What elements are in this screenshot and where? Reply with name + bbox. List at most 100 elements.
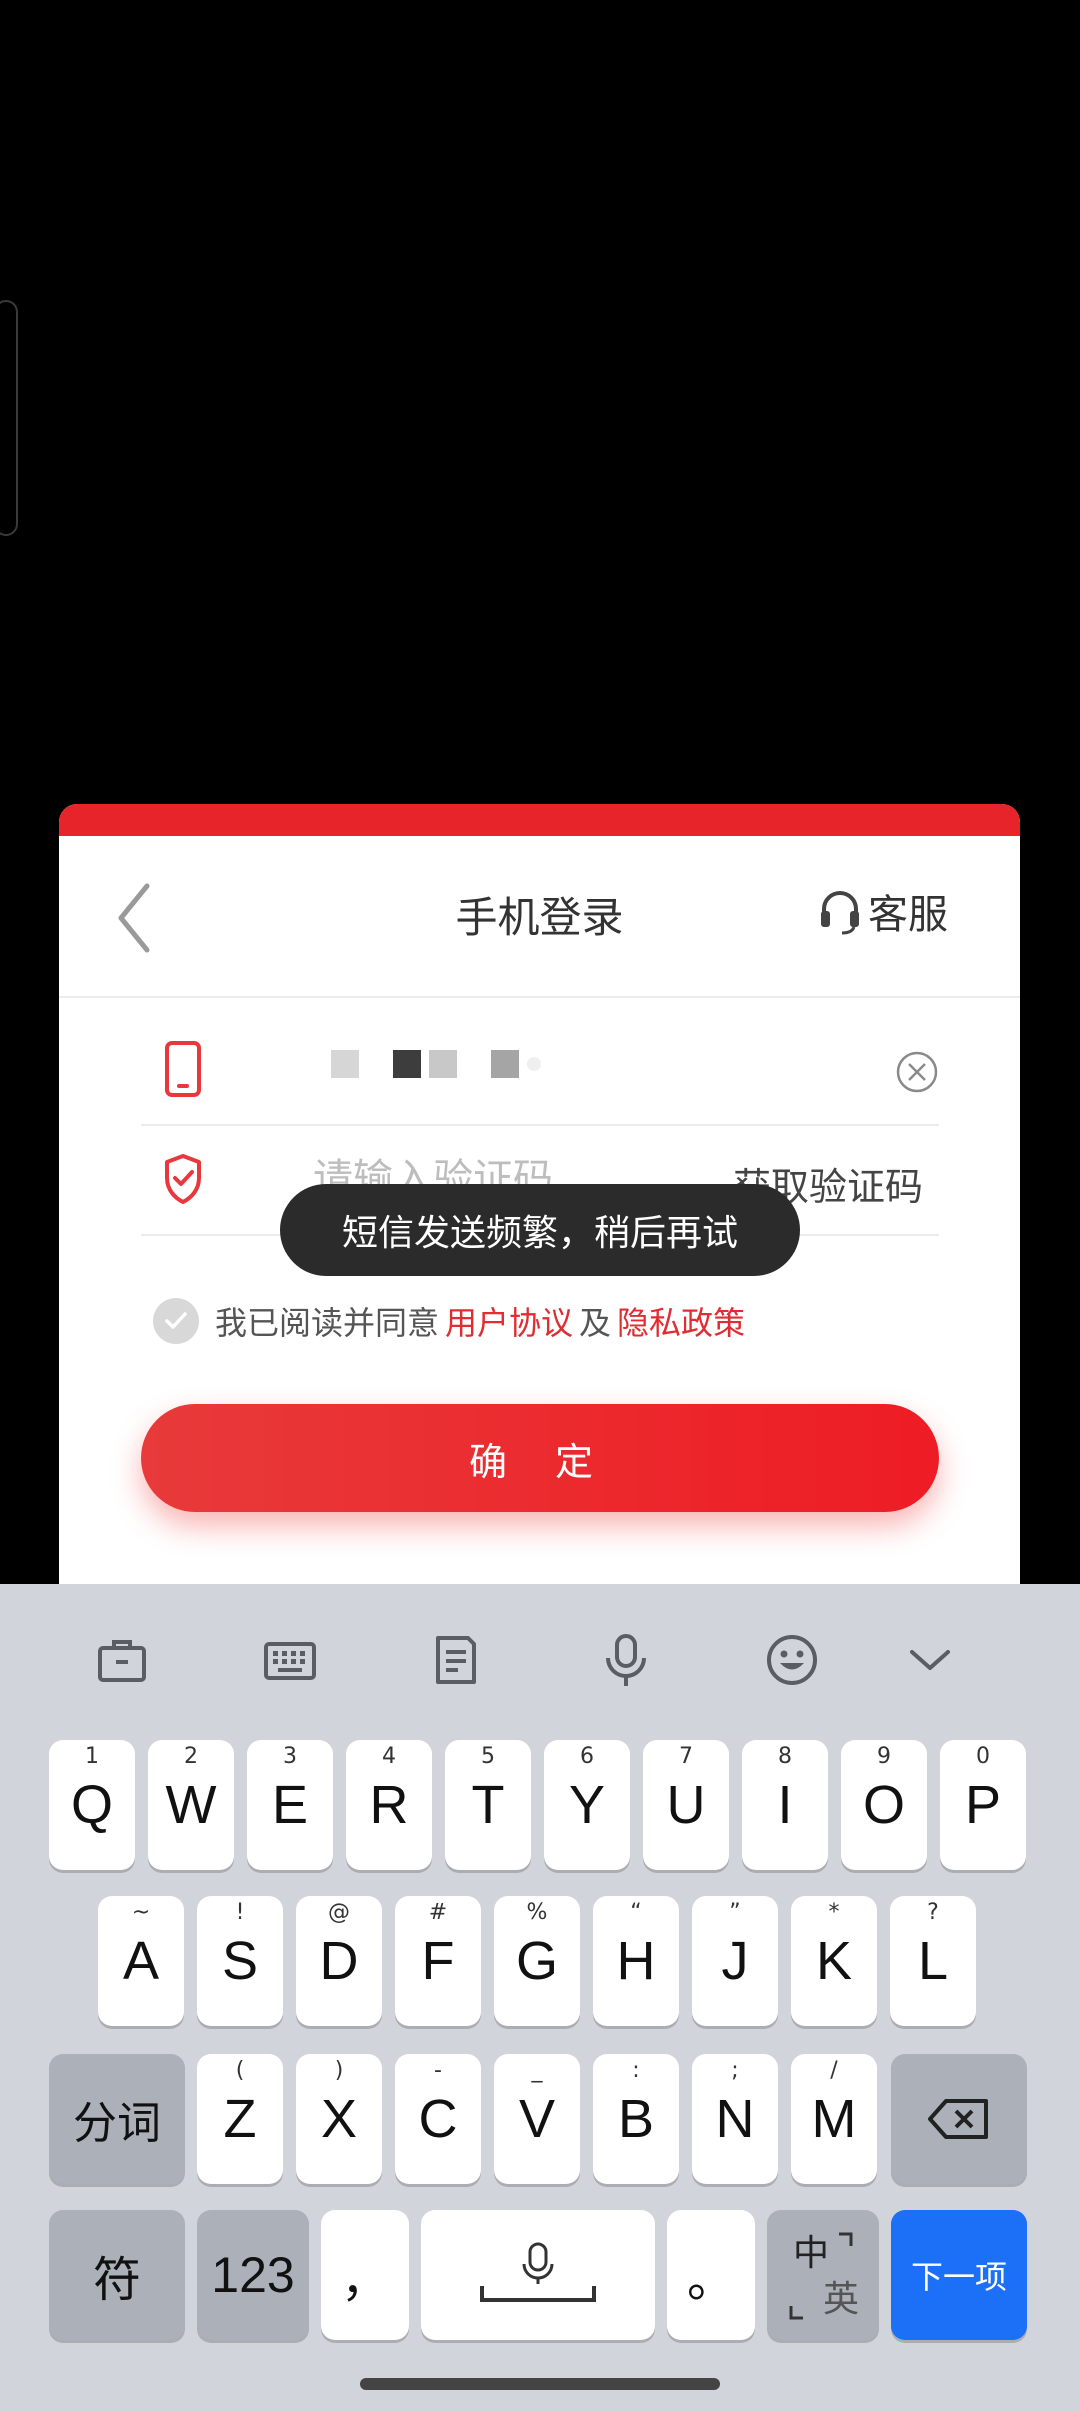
backspace-key[interactable] [891, 2054, 1027, 2184]
segment-key[interactable]: 分词 [49, 2054, 185, 2184]
key-e[interactable]: 3E [247, 1740, 333, 1870]
key-primary-label: U [666, 1775, 706, 1835]
key-f[interactable]: # F [395, 1896, 481, 2026]
headset-icon [821, 891, 859, 935]
customer-service-label: 客服 [868, 892, 948, 938]
soft-keyboard: 1Q2W3E4R5T6Y7U8I9O0P ~ A! S @ D # F% G “H” J * K? L … [0, 1584, 1080, 2412]
key-primary-label: L [917, 1931, 949, 1991]
key-primary-label: D [319, 1931, 359, 1991]
backspace-icon [928, 2099, 988, 2139]
key-y[interactable]: 6Y [544, 1740, 630, 1870]
key-a[interactable]: ~ A [98, 1896, 184, 2026]
key-primary-label: W [165, 1775, 217, 1835]
key-secondary-label: 3 [283, 1744, 297, 1769]
key-r[interactable]: 4R [346, 1740, 432, 1870]
comma-key-label: ， [340, 2252, 389, 2308]
key-m[interactable]: / M [791, 2054, 877, 2184]
key-z[interactable]: (Z [197, 2054, 283, 2184]
key-v[interactable]: _ V [494, 2054, 580, 2184]
key-secondary-label: ! [235, 1900, 245, 1925]
key-primary-label: M [811, 2089, 857, 2149]
toast-message: 短信发送频繁，稍后再试 [280, 1184, 800, 1276]
key-g[interactable]: % G [494, 1896, 580, 2026]
agree-text: 我已阅读并同意 [215, 1304, 440, 1342]
keyboard-toolbar [0, 1584, 1080, 1736]
key-x[interactable]: ) X [296, 2054, 382, 2184]
key-primary-label: C [418, 2089, 458, 2149]
agreement-row: 我已阅读并同意 用户协议 及 隐私政策 [153, 1298, 751, 1344]
user-agreement-link[interactable]: 用户协议 [445, 1298, 573, 1344]
key-o[interactable]: 9O [841, 1740, 927, 1870]
phone-field[interactable] [141, 1016, 939, 1126]
key-t[interactable]: 5T [445, 1740, 531, 1870]
key-secondary-label: ? [927, 1900, 939, 1925]
key-primary-label: K [815, 1931, 853, 1991]
key-p[interactable]: 0P [940, 1740, 1026, 1870]
segment-key-label: 分词 [73, 2098, 161, 2149]
key-primary-label: V [518, 2089, 556, 2149]
key-secondary-label: @ [328, 1900, 350, 1925]
key-i[interactable]: 8I [742, 1740, 828, 1870]
edge-panel-handle[interactable] [0, 300, 18, 536]
key-primary-label: J [721, 1931, 749, 1991]
check-icon [165, 1312, 187, 1329]
key-k[interactable]: * K [791, 1896, 877, 2026]
key-l[interactable]: ? L [890, 1896, 976, 2026]
symbol-key[interactable]: 符 [49, 2210, 185, 2340]
key-secondary-label: ; [731, 2058, 739, 2083]
next-field-key[interactable]: 下一项 [891, 2210, 1027, 2340]
next-field-label: 下一项 [910, 2258, 1007, 2296]
key-primary-label: E [271, 1775, 309, 1835]
microphone-icon[interactable] [598, 1632, 654, 1688]
space-key[interactable] [421, 2210, 655, 2340]
key-b[interactable]: :B [593, 2054, 679, 2184]
dialog-header: 手机登录 客服 [59, 836, 1020, 998]
number-mode-key[interactable]: 123 [197, 2210, 309, 2340]
key-primary-label: R [369, 1775, 409, 1835]
emoji-icon[interactable] [764, 1632, 820, 1688]
customer-service-button[interactable]: 客服 [818, 882, 948, 940]
comma-key[interactable]: ， [321, 2210, 409, 2340]
agree-checkbox[interactable] [153, 1298, 199, 1344]
home-indicator[interactable] [360, 2378, 720, 2390]
key-secondary-label: 9 [877, 1744, 891, 1769]
clear-input-icon[interactable] [895, 1050, 939, 1094]
key-secondary-label: - [434, 2058, 442, 2083]
key-secondary-label: ( [235, 2058, 245, 2083]
lang-corner-icon [789, 2232, 853, 2320]
key-j[interactable]: ” J [692, 1896, 778, 2026]
key-q[interactable]: 1Q [49, 1740, 135, 1870]
briefcase-icon[interactable] [94, 1632, 150, 1688]
dialog-top-bar [59, 804, 1020, 836]
period-key[interactable]: 。 [667, 2210, 755, 2340]
privacy-policy-link[interactable]: 隐私政策 [617, 1298, 745, 1344]
key-secondary-label: 7 [679, 1744, 693, 1769]
key-n[interactable]: ; N [692, 2054, 778, 2184]
key-secondary-label: “ [630, 1900, 642, 1925]
key-primary-label: H [616, 1931, 656, 1991]
key-w[interactable]: 2W [148, 1740, 234, 1870]
language-switch-key[interactable]: 中 英 [767, 2210, 879, 2340]
confirm-button[interactable]: 确 定 [141, 1404, 939, 1512]
key-primary-label: X [320, 2089, 358, 2149]
symbol-key-label: 符 [92, 2252, 141, 2308]
key-u[interactable]: 7U [643, 1740, 729, 1870]
key-d[interactable]: @ D [296, 1896, 382, 2026]
key-s[interactable]: ! S [197, 1896, 283, 2026]
key-secondary-label: ~ [131, 1900, 151, 1925]
key-h[interactable]: “H [593, 1896, 679, 2026]
key-primary-label: F [421, 1931, 455, 1991]
chevron-down-icon[interactable] [902, 1632, 958, 1688]
key-secondary-label: _ [531, 2058, 543, 2083]
key-primary-label: B [617, 2089, 655, 2149]
keyboard-icon[interactable] [262, 1632, 318, 1688]
period-key-label: 。 [686, 2252, 735, 2308]
key-secondary-label: 4 [382, 1744, 396, 1769]
key-primary-label: T [471, 1775, 505, 1835]
clipboard-icon[interactable] [428, 1632, 484, 1688]
key-primary-label: Q [70, 1775, 113, 1835]
space-mic-icon [480, 2242, 596, 2302]
key-c[interactable]: -C [395, 2054, 481, 2184]
key-secondary-label: # [428, 1900, 448, 1925]
key-primary-label: N [715, 2089, 755, 2149]
